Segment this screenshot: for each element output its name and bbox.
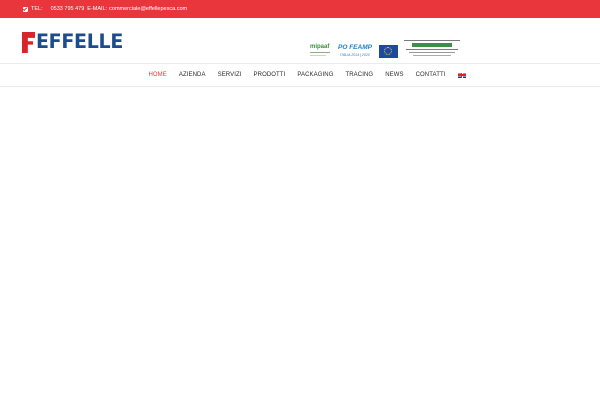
- tel-number-link[interactable]: 0533 795 479: [51, 0, 85, 18]
- nav-item-news[interactable]: NEWS: [385, 72, 403, 78]
- po-feamp-title: PO FEAMP: [338, 44, 372, 51]
- main-navigation: HOME AZIENDA SERVIZI PRODOTTI PACKAGING …: [0, 64, 600, 87]
- mipaaf-logo: mipaaf: [310, 44, 332, 58]
- email-label: E-MAIL:: [87, 6, 108, 12]
- nav-items: HOME AZIENDA SERVIZI PRODOTTI PACKAGING …: [142, 72, 466, 78]
- po-feamp-logo: PO FEAMP ITALIA 2014 | 2020: [337, 44, 375, 58]
- nav-item-packaging[interactable]: PACKAGING: [297, 72, 333, 78]
- tel-label: TEL:: [31, 6, 43, 12]
- nav-item-tracing[interactable]: TRACING: [345, 72, 373, 78]
- nav-item-azienda[interactable]: AZIENDA: [179, 72, 206, 78]
- main-content-area: [0, 88, 600, 400]
- logo-mark-icon: [22, 32, 35, 53]
- sponsor-logos: mipaaf PO FEAMP ITALIA 2014 | 2020: [310, 40, 462, 58]
- uk-flag-icon[interactable]: [457, 72, 466, 78]
- mipaaf-logo-text: mipaaf: [310, 44, 330, 50]
- nav-item-home[interactable]: HOME: [148, 72, 166, 78]
- site-header: EFFELLE mipaaf PO FEAMP ITALIA 2014 | 20…: [0, 18, 600, 64]
- eu-flag-icon: [379, 44, 398, 58]
- logo-text: EFFELLE: [36, 29, 124, 53]
- top-contact-bar: TEL: 0533 795 479 E-MAIL: commerciale@ef…: [0, 0, 600, 18]
- nav-item-prodotti[interactable]: PRODOTTI: [254, 72, 286, 78]
- checkbox-icon: [23, 6, 28, 12]
- site-logo[interactable]: EFFELLE: [22, 29, 124, 53]
- nav-item-servizi[interactable]: SERVIZI: [218, 72, 242, 78]
- email-link[interactable]: commerciale@effellepesca.com: [109, 0, 187, 18]
- nav-item-contatti[interactable]: CONTATTI: [416, 72, 446, 78]
- po-feamp-subtitle: ITALIA 2014 | 2020: [340, 53, 370, 57]
- ministry-logo: [404, 40, 462, 58]
